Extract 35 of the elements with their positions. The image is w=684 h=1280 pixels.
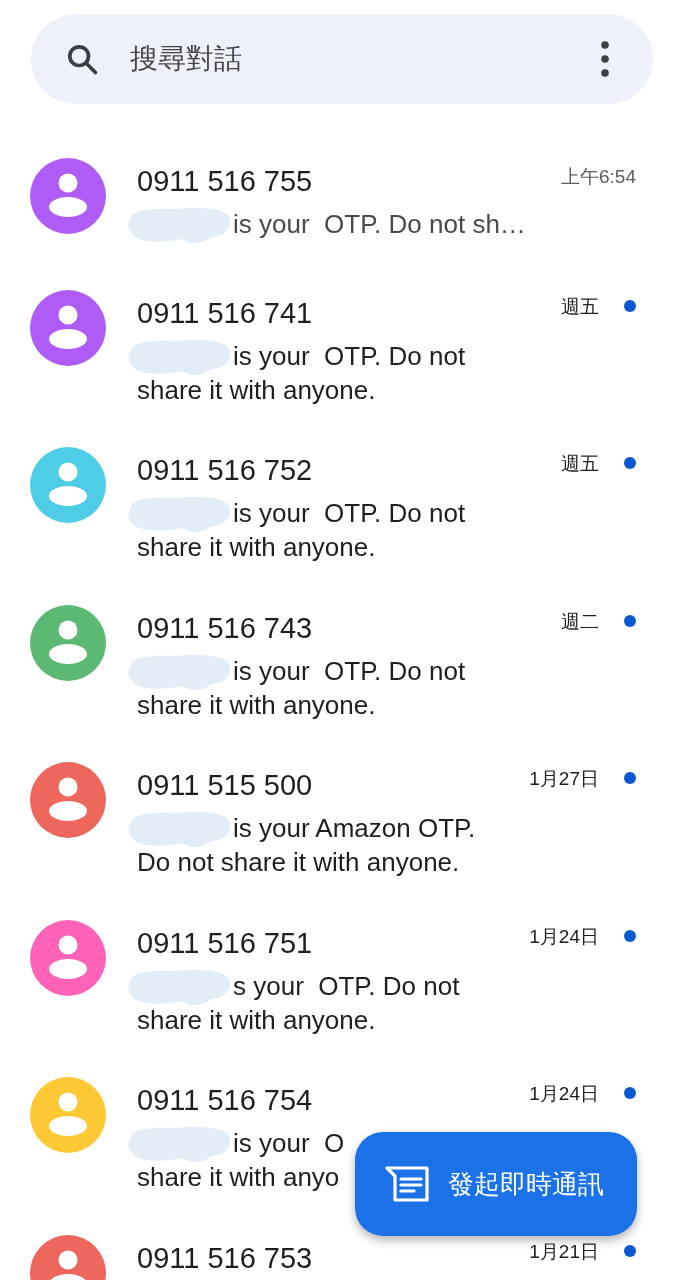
message-preview-line: s your OTP. Do not — [233, 969, 460, 1003]
message-time: 1月24日 — [529, 924, 599, 949]
message-time: 週二 — [561, 609, 599, 634]
contact-name: 0911 516 754 — [137, 1083, 314, 1118]
message-preview-line: is your OTP. Do not — [233, 654, 466, 688]
message-preview-line: is your O — [233, 1127, 345, 1160]
message-time: 1月24日 — [529, 1082, 599, 1106]
message-preview-line: share it with anyone. — [137, 1003, 376, 1037]
message-preview-line: share it with anyone. — [137, 373, 376, 407]
message-preview-line: Do not share it with anyone. — [137, 846, 460, 879]
contact-name: 0911 516 741 — [137, 295, 314, 331]
start-chat-button[interactable]: 發起即時通訊 — [355, 1132, 637, 1236]
contact-name: 0911 515 500 — [137, 768, 314, 803]
message-preview-line: is your OTP. Do not sh… — [233, 208, 526, 241]
search-field[interactable]: 搜尋對話 — [130, 39, 585, 79]
message-time: 1月21日 — [529, 1239, 599, 1264]
search-bar[interactable]: 搜尋對話 — [31, 14, 653, 104]
contact-name: 0911 516 752 — [137, 453, 314, 488]
contact-name: 0911 516 755 — [137, 164, 314, 199]
message-preview-line: is your Amazon OTP. — [233, 812, 476, 845]
message-time: 1月27日 — [529, 767, 599, 791]
message-icon — [385, 1166, 429, 1202]
message-preview-line: share it with anyone. — [137, 688, 376, 722]
message-preview-line: share it with anyone. — [137, 531, 376, 564]
message-time: 上午6:54 — [561, 165, 636, 189]
message-preview-line: is your OTP. Do not — [233, 497, 466, 530]
search-icon — [65, 42, 99, 76]
message-time: 週五 — [561, 294, 599, 319]
message-preview-line: is your OTP. Do not — [233, 339, 466, 373]
contact-name: 0911 516 751 — [137, 925, 314, 961]
message-time: 週五 — [561, 452, 599, 476]
more-vert-icon — [601, 41, 609, 77]
message-preview-line: share it with anyo — [137, 1161, 340, 1194]
contact-name: 0911 516 743 — [137, 610, 314, 646]
contact-name: 0911 516 753 — [137, 1240, 314, 1276]
